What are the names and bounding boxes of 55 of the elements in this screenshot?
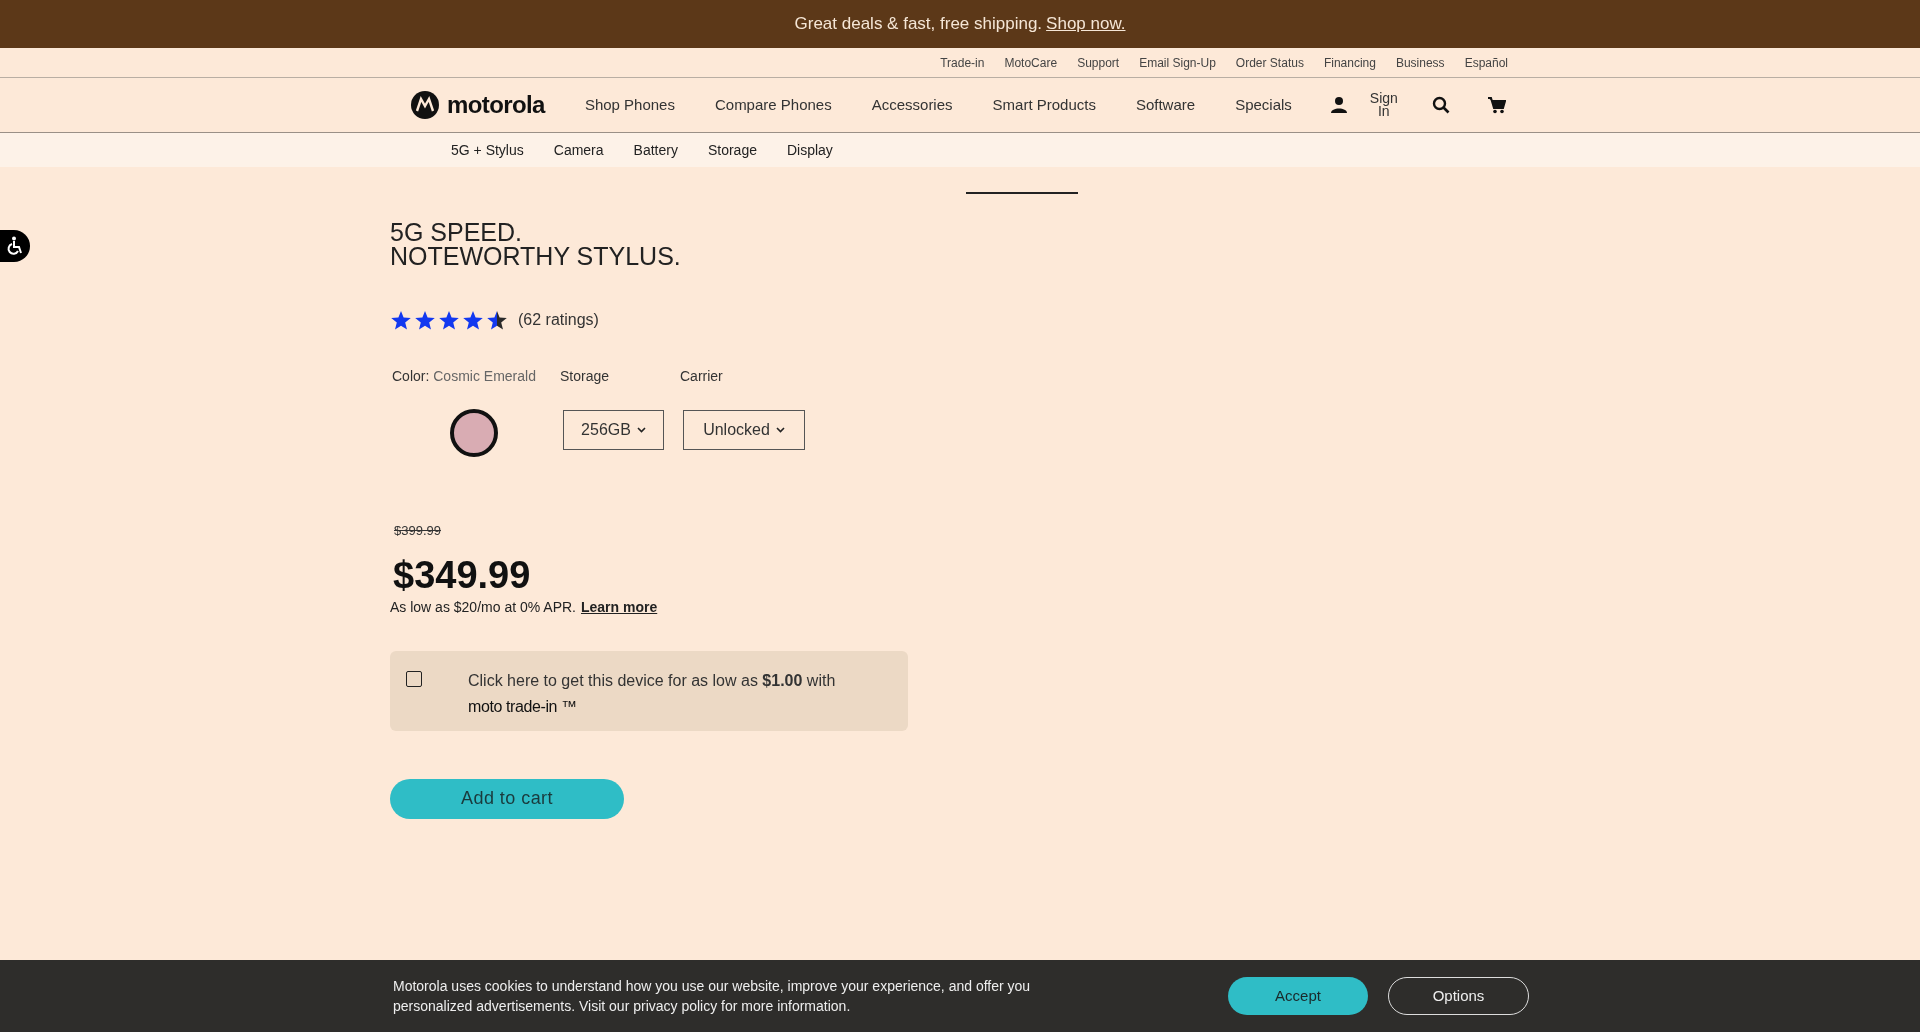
financing-text: As low as $20/mo at 0% APR. — [390, 597, 576, 617]
star-icon — [462, 309, 484, 331]
star-icon — [438, 309, 460, 331]
color-value: Cosmic Emerald — [433, 368, 536, 384]
star-icon — [390, 309, 412, 331]
color-label: Color: — [392, 368, 430, 384]
nav-link[interactable]: Shop Phones — [584, 93, 675, 117]
promo-text: Great deals & fast, free shipping. — [794, 13, 1043, 36]
subnav-link[interactable]: 5G + Stylus — [451, 139, 524, 161]
star-icon — [414, 309, 436, 331]
star-icon — [486, 309, 508, 331]
accept-button[interactable]: Accept — [1228, 977, 1368, 1015]
chevron-icon — [775, 427, 785, 433]
subnav-link[interactable]: Battery — [633, 139, 678, 161]
logo-wordmark[interactable]: motorola — [447, 87, 545, 123]
utility-link[interactable]: Business — [1395, 53, 1445, 72]
cart-icon[interactable] — [1487, 96, 1506, 114]
trade-in-brand: moto trade-in ™ — [468, 696, 578, 717]
subnav-link[interactable]: Camera — [553, 139, 604, 161]
accessibility-icon — [6, 236, 24, 256]
chevron-icon — [636, 427, 646, 433]
search-icon[interactable] — [1431, 96, 1450, 114]
nav-link[interactable]: Specials — [1235, 93, 1292, 117]
utility-link[interactable]: Email Sign-Up — [1139, 53, 1216, 72]
utility-link[interactable]: Support — [1077, 53, 1120, 72]
utility-link[interactable]: Trade-in — [940, 53, 985, 72]
product-title: 5G SPEED. NOTEWORTHY STYLUS. — [390, 220, 682, 268]
storage-label: Storage — [560, 367, 611, 386]
shop-now-link[interactable]: Shop now. — [1046, 11, 1126, 37]
cookie-text: Motorola uses cookies to understand how you use our website, improve your experience, and offer you personalized advertisements. Visit our privacy policy for more information. — [393, 977, 1032, 1016]
utility-link[interactable]: Order Status — [1235, 53, 1304, 72]
color-swatch[interactable] — [450, 409, 498, 457]
nav-link[interactable]: Compare Phones — [714, 93, 832, 117]
logo-icon — [411, 91, 439, 119]
utility-link[interactable]: MotoCare — [1004, 53, 1058, 72]
subnav-link[interactable]: Storage — [707, 139, 757, 161]
trade-in-text: Click here to get this device for as low as $1.00 with — [468, 670, 836, 691]
learn-more-link[interactable]: Learn more — [581, 596, 658, 618]
sale-price: $349.99 — [393, 552, 532, 597]
sign-in-link[interactable]: Sign In — [1365, 92, 1402, 118]
nav-link[interactable]: Accessories — [871, 93, 953, 117]
account-icon[interactable] — [1329, 96, 1348, 114]
subnav-link[interactable]: Display — [786, 139, 833, 161]
storage-dropdown[interactable]: 256GB — [563, 410, 664, 450]
accessibility-button[interactable] — [0, 230, 30, 262]
nav-link[interactable]: Smart Products — [992, 93, 1096, 117]
carrier-label: Carrier — [680, 367, 724, 386]
ratings-count[interactable]: (62 ratings) — [518, 308, 599, 332]
nav-link[interactable]: Software — [1135, 93, 1196, 117]
add-to-cart-button[interactable]: Add to cart — [390, 778, 624, 819]
utility-link[interactable]: Financing — [1323, 53, 1376, 72]
original-price: $399.99 — [394, 522, 442, 540]
trade-in-checkbox[interactable] — [406, 670, 422, 687]
utility-link[interactable]: Español — [1464, 53, 1508, 72]
carrier-dropdown[interactable]: Unlocked — [683, 410, 805, 450]
